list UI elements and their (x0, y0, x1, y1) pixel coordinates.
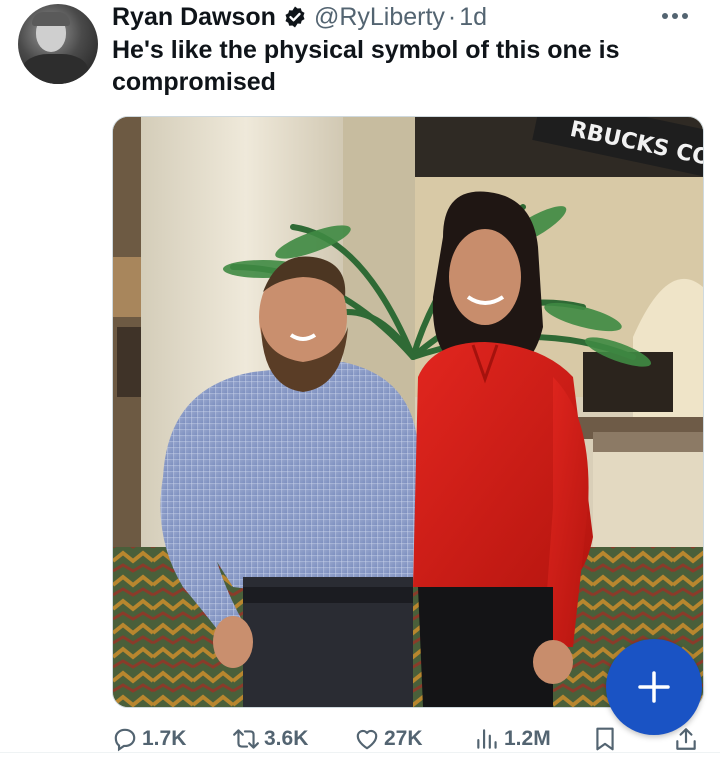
tweet-text: He's like the physical symbol of this on… (112, 36, 620, 96)
views-count: 1.2M (504, 727, 551, 750)
like-count: 27K (384, 727, 423, 750)
like-button[interactable]: 27K (354, 722, 423, 756)
retweet-button[interactable]: 3.6K (232, 722, 308, 756)
retweet-icon (233, 729, 259, 749)
reply-bubble-icon (114, 728, 136, 752)
tweet-header: Ryan Dawson @RyLiberty · 1d (112, 2, 487, 32)
more-dots-icon[interactable] (660, 6, 690, 26)
avatar-cap (32, 12, 70, 26)
retweet-count: 3.6K (264, 727, 309, 750)
bookmark-icon (596, 727, 614, 751)
views-button[interactable]: 1.2M (474, 722, 551, 756)
heart-icon (356, 729, 378, 750)
separator-dot: · (447, 2, 457, 31)
photo-scene: RBUCKS CO (113, 117, 703, 707)
tweet[interactable]: Ryan Dawson @RyLiberty · 1d He's like th… (0, 0, 720, 760)
bookmark-button[interactable] (594, 722, 620, 756)
author-handle[interactable]: @RyLiberty (314, 3, 445, 32)
tweet-age[interactable]: 1d (459, 3, 487, 32)
action-bar: 1.7K 3.6K 27K 1.2M (112, 722, 702, 756)
bottom-divider (0, 752, 720, 753)
tweet-photo[interactable]: RBUCKS CO (112, 116, 704, 708)
share-icon (676, 728, 696, 750)
avatar-shoulders (22, 54, 88, 84)
reply-button[interactable]: 1.7K (112, 722, 186, 756)
plus-icon (638, 671, 670, 703)
views-bars-icon (477, 729, 497, 749)
compose-button[interactable] (606, 639, 702, 735)
author-name[interactable]: Ryan Dawson (112, 3, 276, 32)
reply-count: 1.7K (142, 727, 187, 750)
verified-badge-icon (285, 6, 305, 28)
avatar[interactable] (18, 4, 98, 84)
